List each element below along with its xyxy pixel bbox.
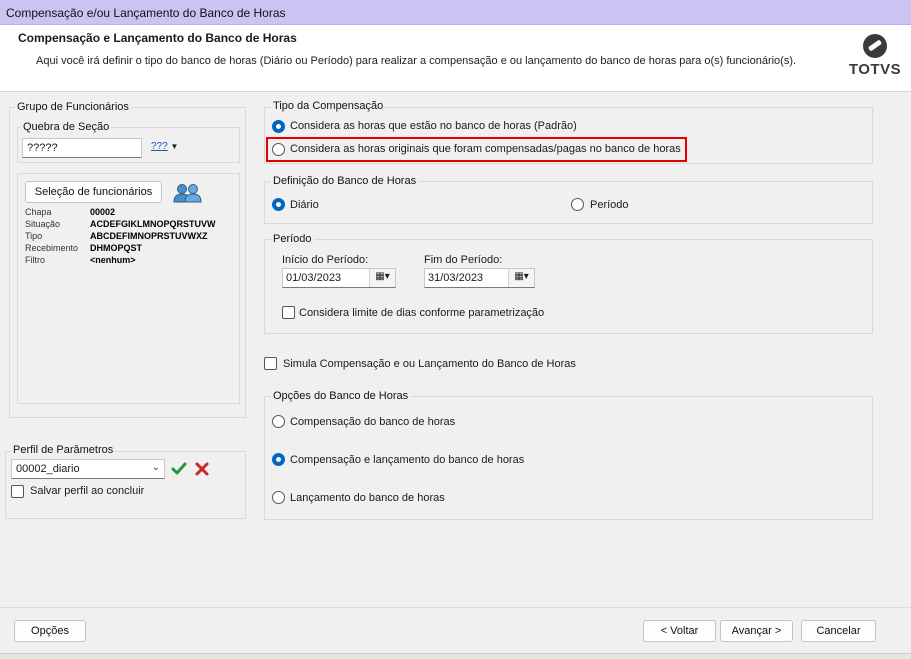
info-value: 00002: [90, 207, 116, 217]
simula-checkbox[interactable]: [264, 357, 277, 370]
opcoes-label-compensacao: Compensação do banco de horas: [290, 416, 456, 428]
info-row: Recebimento DHMOPQST: [25, 243, 238, 255]
info-key: Recebimento: [25, 243, 79, 253]
header-title: Compensação e Lançamento do Banco de Hor…: [18, 31, 297, 45]
window-titlebar: Compensação e/ou Lançamento do Banco de …: [0, 0, 911, 25]
salvar-perfil-checkbox[interactable]: [11, 485, 24, 498]
opcoes-label-compensacao-lancamento: Compensação e lançamento do banco de hor…: [290, 454, 525, 466]
totvs-logo-icon: [863, 34, 887, 58]
info-key: Chapa: [25, 207, 52, 217]
perfil-title: Perfil de Parâmetros: [11, 444, 116, 456]
quebra-secao-input[interactable]: ?????: [22, 138, 142, 158]
fim-periodo-input[interactable]: 31/03/2023 ▦▾: [424, 268, 535, 288]
opcoes-radio-lancamento[interactable]: [272, 491, 285, 504]
calendar-dropdown-button[interactable]: ▦▾: [508, 269, 534, 287]
totvs-logo: TOTVS: [848, 34, 902, 84]
window-title: Compensação e/ou Lançamento do Banco de …: [6, 6, 286, 20]
tipo-compensacao-label-originais: Considera as horas originais que foram c…: [290, 143, 681, 155]
quebra-secao-dropdown[interactable]: ??? ▼: [151, 141, 178, 152]
definicao-group: [264, 181, 873, 224]
opcoes-button[interactable]: Opções: [14, 620, 86, 642]
limite-dias-label: Considera limite de dias conforme parame…: [299, 307, 545, 319]
definicao-label-periodo: Período: [590, 199, 629, 211]
avancar-button[interactable]: Avançar >: [720, 620, 793, 642]
info-key: Filtro: [25, 255, 45, 265]
tipo-compensacao-radio-originais[interactable]: [272, 143, 285, 156]
opcoes-banco-title: Opções do Banco de Horas: [271, 390, 411, 402]
definicao-label-diario: Diário: [290, 199, 319, 211]
inicio-periodo-label: Início do Período:: [282, 254, 369, 266]
chevron-down-icon: ⌄: [151, 462, 160, 473]
wizard-header: Compensação e Lançamento do Banco de Hor…: [0, 25, 911, 92]
info-value: DHMOPQST: [90, 243, 143, 253]
header-description: Aqui você irá definir o tipo do banco de…: [36, 55, 797, 67]
periodo-title: Período: [271, 233, 314, 245]
cancelar-button[interactable]: Cancelar: [801, 620, 876, 642]
calendar-icon: ▦▾: [375, 271, 390, 282]
salvar-perfil-label: Salvar perfil ao concluir: [30, 485, 145, 497]
inicio-periodo-input[interactable]: 01/03/2023 ▦▾: [282, 268, 396, 288]
limite-dias-checkbox[interactable]: [282, 306, 295, 319]
simula-label: Simula Compensação e ou Lançamento do Ba…: [283, 358, 576, 370]
info-row: Filtro <nenhum>: [25, 255, 238, 267]
totvs-logo-text: TOTVS: [848, 61, 902, 78]
definicao-title: Definição do Banco de Horas: [271, 175, 419, 187]
selecao-funcionarios-button[interactable]: Seleção de funcionários: [25, 181, 162, 203]
chevron-down-icon: ▼: [170, 142, 179, 151]
tipo-compensacao-radio-padrao[interactable]: [272, 120, 285, 133]
quebra-secao-value: ?????: [27, 142, 58, 154]
definicao-radio-periodo[interactable]: [571, 198, 584, 211]
delete-x-icon[interactable]: [194, 461, 210, 477]
info-row: Tipo ABCDEFIMNOPRSTUVWXZ: [25, 231, 238, 243]
info-key: Situação: [25, 219, 61, 229]
selecao-info-list: Chapa 00002 Situação ACDEFGIKLMNOPQRSTUV…: [25, 207, 238, 267]
opcoes-radio-compensacao[interactable]: [272, 415, 285, 428]
inicio-periodo-value: 01/03/2023: [286, 272, 342, 284]
tipo-compensacao-title: Tipo da Compensação: [271, 100, 386, 112]
info-row: Chapa 00002: [25, 207, 238, 219]
opcoes-radio-compensacao-lancamento[interactable]: [272, 453, 285, 466]
info-value: ACDEFGIKLMNOPQRSTUVW: [90, 219, 216, 229]
perfil-value: 00002_diario: [16, 463, 80, 475]
opcoes-label-lancamento: Lançamento do banco de horas: [290, 492, 445, 504]
calendar-dropdown-button[interactable]: ▦▾: [369, 269, 395, 287]
bottom-strip: [0, 653, 911, 659]
grupo-funcionarios-title: Grupo de Funcionários: [15, 101, 131, 113]
footer-divider: [0, 607, 911, 608]
quebra-secao-dropdown-label: ???: [151, 141, 168, 152]
tipo-compensacao-label-padrao: Considera as horas que estão no banco de…: [290, 120, 577, 132]
info-value: ABCDEFIMNOPRSTUVWXZ: [90, 231, 208, 241]
info-row: Situação ACDEFGIKLMNOPQRSTUVW: [25, 219, 238, 231]
info-key: Tipo: [25, 231, 43, 241]
quebra-secao-title: Quebra de Seção: [21, 121, 112, 133]
fim-periodo-label: Fim do Período:: [424, 254, 503, 266]
confirm-check-icon[interactable]: [171, 461, 187, 477]
users-icon[interactable]: [172, 182, 204, 204]
definicao-radio-diario[interactable]: [272, 198, 285, 211]
perfil-select[interactable]: 00002_diario ⌄: [11, 459, 165, 479]
voltar-button[interactable]: < Voltar: [643, 620, 716, 642]
calendar-icon: ▦▾: [514, 271, 529, 282]
fim-periodo-value: 31/03/2023: [428, 272, 484, 284]
info-value: <nenhum>: [90, 255, 136, 265]
